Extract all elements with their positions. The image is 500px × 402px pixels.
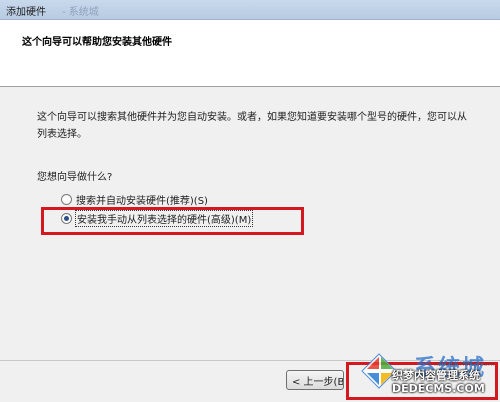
highlight-box-option [41, 207, 304, 235]
option-auto-install[interactable]: 搜索并自动安装硬件(推荐)(S) [61, 191, 208, 207]
wizard-header: 这个向导可以帮助您安装其他硬件 [0, 20, 500, 87]
window-title-faded: - 系统城 [62, 7, 99, 18]
wizard-heading: 这个向导可以帮助您安装其他硬件 [22, 37, 172, 48]
window-title: 添加硬件 [6, 7, 46, 18]
title-bar: 添加硬件 - 系统城 [0, 0, 500, 20]
back-button[interactable]: < 上一步(B) [286, 370, 344, 390]
watermark-cms-name: 织梦内容管理系统 [392, 369, 480, 382]
wizard-description: 这个向导可以搜索其他硬件并为您自动安装。或者，如果您知道要安装哪个型号的硬件，您… [37, 112, 467, 140]
option-auto-install-label: 搜索并自动安装硬件(推荐)(S) [76, 195, 208, 207]
wizard-question: 您想向导做什么? [37, 172, 113, 183]
radio-auto-install[interactable] [61, 193, 72, 205]
watermark-cms-domain: DEDECMS.COM [392, 382, 485, 395]
